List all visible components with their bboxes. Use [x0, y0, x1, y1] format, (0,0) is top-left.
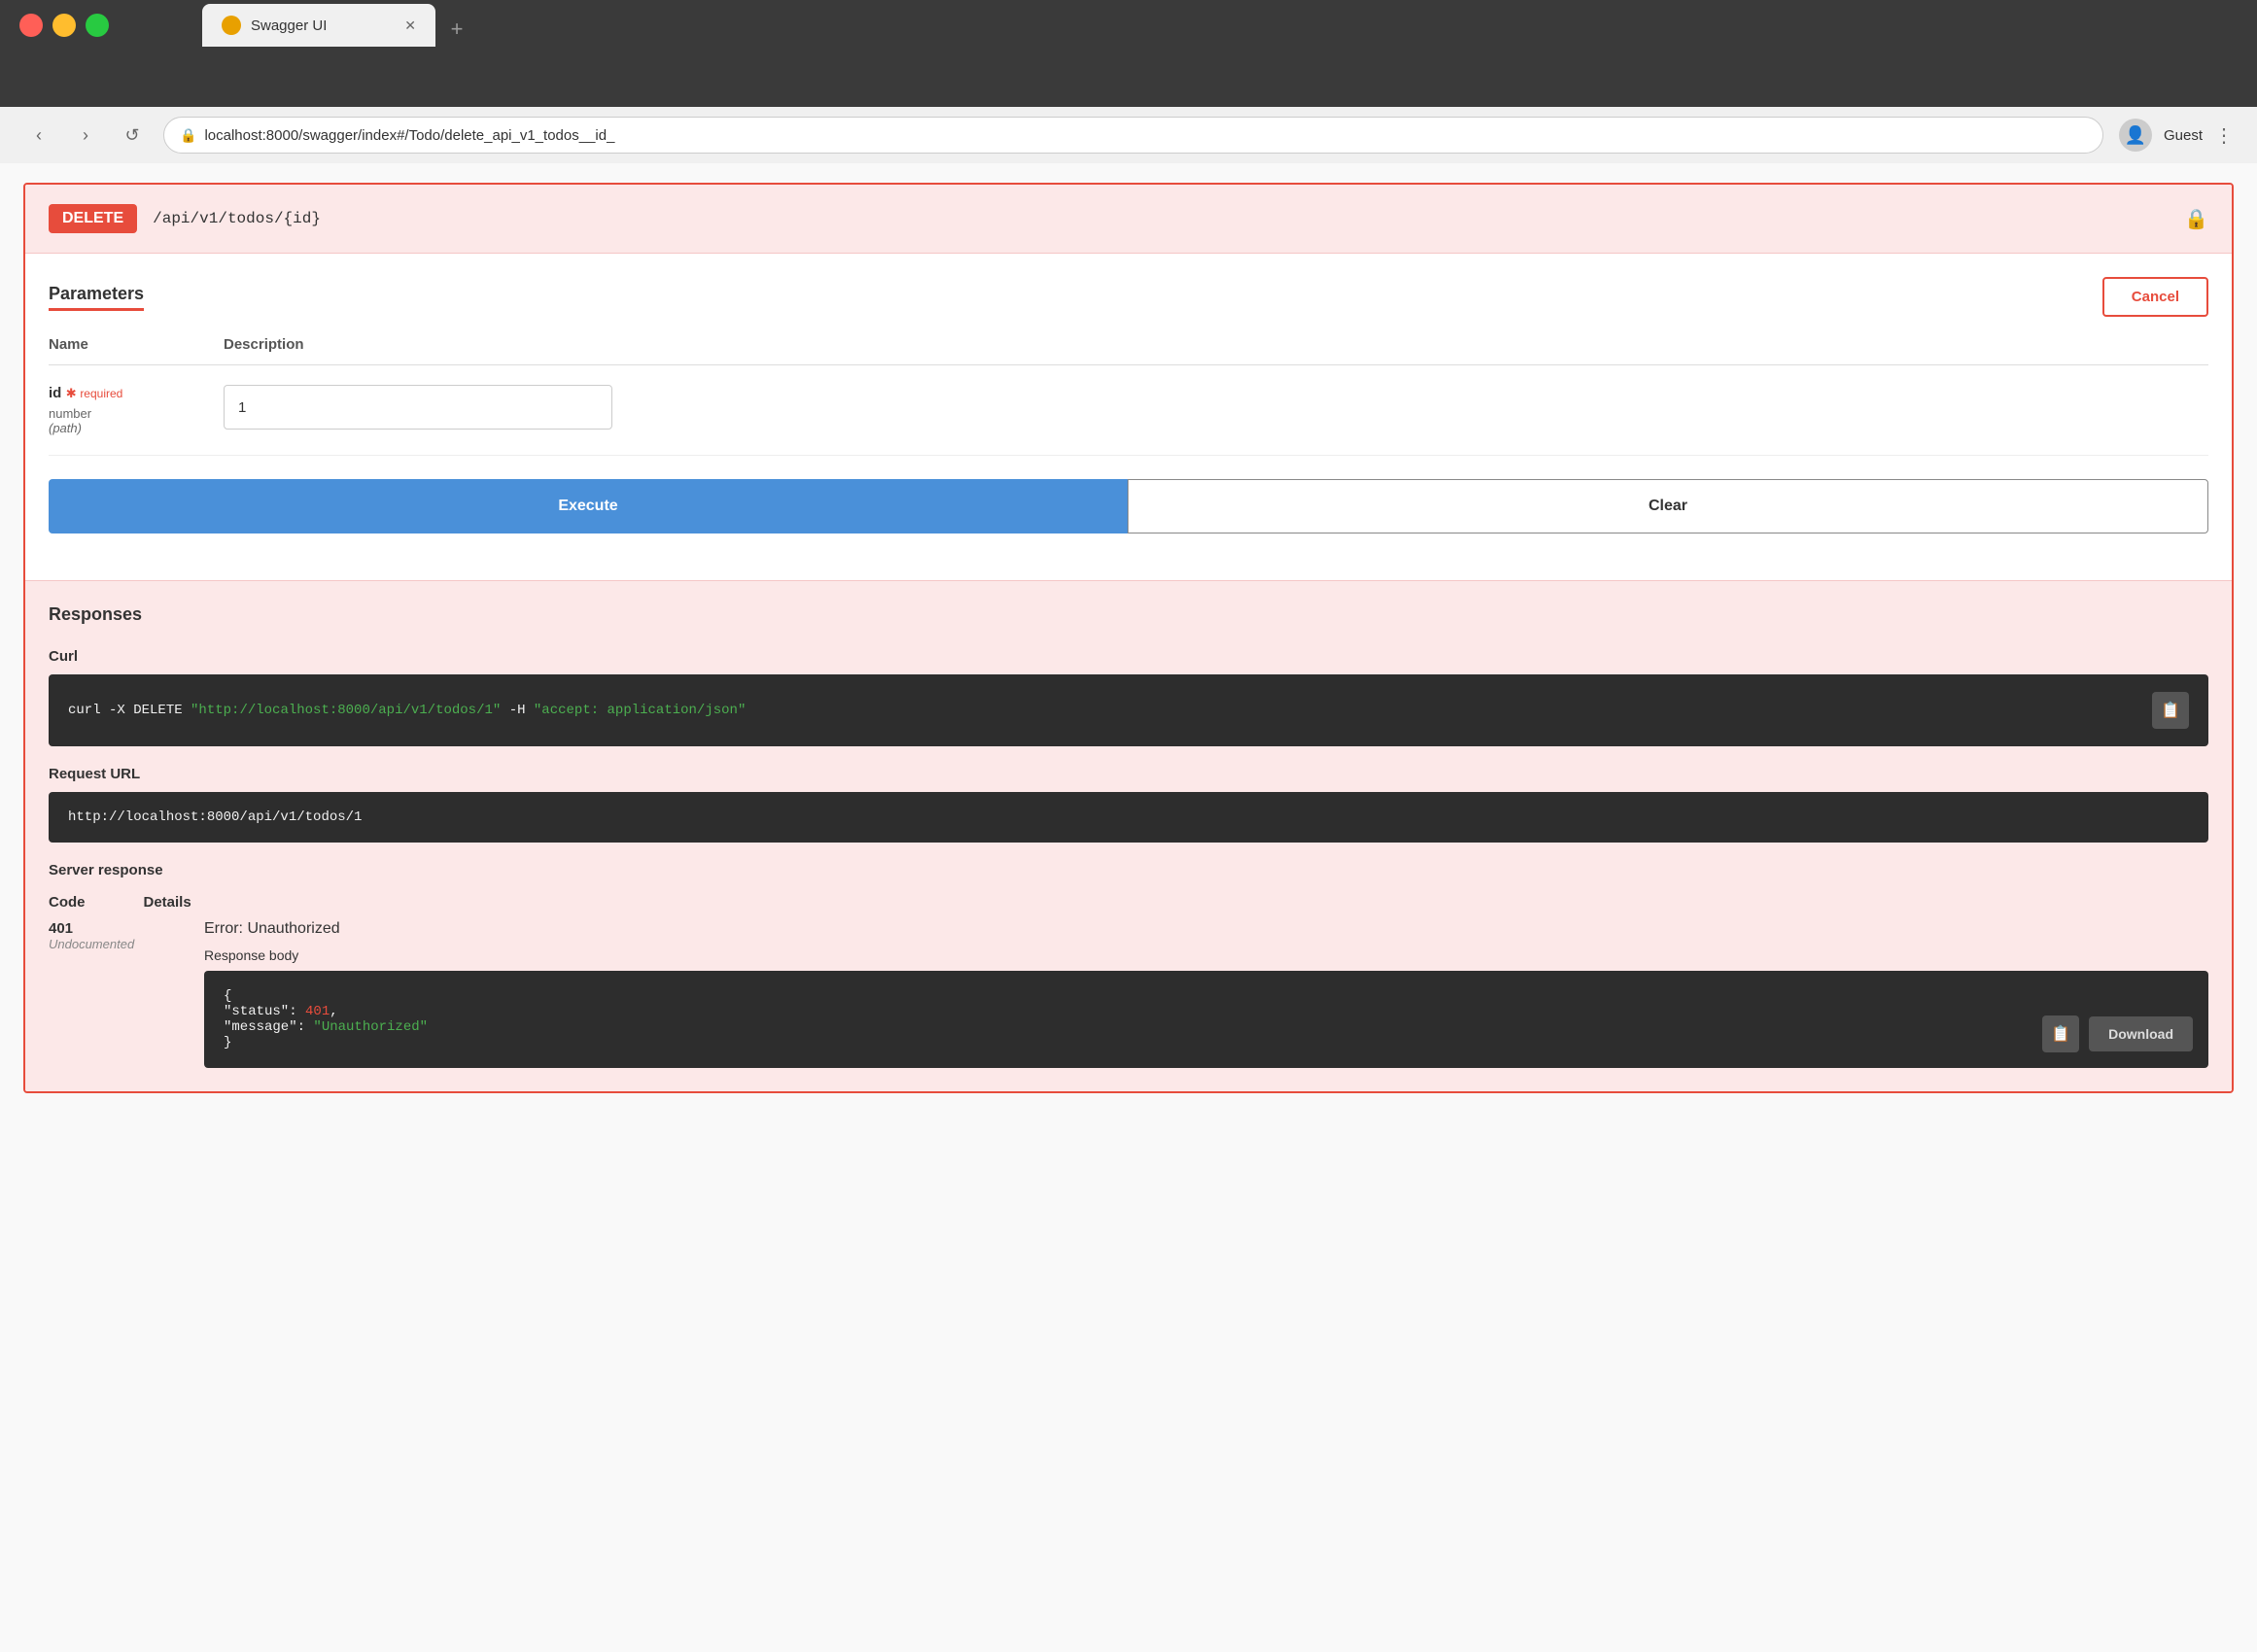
param-type: number [49, 406, 224, 421]
minimize-button[interactable] [52, 14, 76, 37]
clear-button[interactable]: Clear [1128, 479, 2208, 533]
refresh-icon: ↺ [124, 125, 139, 146]
response-body-actions: 📋 Download [2042, 1015, 2193, 1052]
curl-code: curl -X DELETE "http://localhost:8000/ap… [68, 703, 2140, 718]
main-content: DELETE /api/v1/todos/{id} 🔒 Parameters C… [0, 163, 2257, 1652]
method-badge: DELETE [49, 204, 137, 233]
browser-menu-button[interactable]: ⋮ [2214, 123, 2234, 148]
curl-command-text: curl -X DELETE [68, 703, 191, 718]
avatar-icon: 👤 [2125, 125, 2146, 146]
guest-label: Guest [2164, 127, 2203, 144]
json-status-key: "status": [224, 1004, 305, 1019]
endpoint-path: /api/v1/todos/{id} [153, 210, 321, 227]
curl-url-text: "http://localhost:8000/api/v1/todos/1" [191, 703, 501, 718]
parameters-title: Parameters [49, 284, 144, 311]
title-bar: Swagger UI ✕ + [0, 0, 2257, 51]
copy-icon: 📋 [2051, 1024, 2070, 1044]
lock-icon: 🔒 [180, 127, 196, 144]
code-col-header: Code [49, 894, 86, 911]
copy-icon: 📋 [2161, 701, 2180, 720]
json-status-value: 401 [305, 1004, 330, 1019]
response-code: 401 [49, 920, 204, 937]
panel-header: DELETE /api/v1/todos/{id} 🔒 [25, 185, 2232, 254]
maximize-button[interactable] [86, 14, 109, 37]
params-table: Name Description id ✱ required number [49, 336, 2208, 456]
nav-bar: ‹ › ↺ 🔒 localhost:8000/swagger/index#/To… [0, 107, 2257, 163]
param-id-input[interactable] [224, 385, 612, 430]
tab-favicon [222, 16, 241, 35]
params-header: Parameters Cancel [49, 277, 2208, 317]
refresh-button[interactable]: ↺ [117, 120, 148, 151]
browser-chrome: Swagger UI ✕ + [0, 0, 2257, 107]
table-row: id ✱ required number (path) [49, 365, 2208, 456]
avatar[interactable]: 👤 [2119, 119, 2152, 152]
param-name-cell: id ✱ required number (path) [49, 365, 224, 456]
server-response-label: Server response [49, 862, 2208, 878]
address-bar[interactable]: 🔒 localhost:8000/swagger/index#/Todo/del… [163, 117, 2103, 154]
response-body-label: Response body [204, 947, 2208, 963]
required-label: required [80, 387, 122, 400]
description-column-header: Description [224, 336, 2208, 365]
back-button[interactable]: ‹ [23, 120, 54, 151]
json-message-value: "Unauthorized" [313, 1019, 428, 1035]
back-icon: ‹ [36, 125, 42, 146]
response-row: 401 Undocumented Error: Unauthorized Res… [49, 920, 2208, 1068]
nav-right: 👤 Guest ⋮ [2119, 119, 2234, 152]
required-star: ✱ [66, 386, 81, 400]
json-content: { "status": 401, "message": "Unauthorize… [224, 988, 2189, 1050]
responses-section: Responses Curl curl -X DELETE "http://lo… [25, 581, 2232, 1091]
new-tab-button[interactable]: + [439, 12, 474, 47]
response-body-block: { "status": 401, "message": "Unauthorize… [204, 971, 2208, 1068]
forward-button[interactable]: › [70, 120, 101, 151]
response-copy-button[interactable]: 📋 [2042, 1015, 2079, 1052]
param-description-cell [224, 365, 2208, 456]
curl-block: curl -X DELETE "http://localhost:8000/ap… [49, 674, 2208, 746]
curl-copy-button[interactable]: 📋 [2152, 692, 2189, 729]
parameters-section: Parameters Cancel Name Description id [25, 254, 2232, 581]
tab-close-icon[interactable]: ✕ [404, 17, 416, 34]
details-col-header: Details [144, 894, 191, 911]
close-button[interactable] [19, 14, 43, 37]
request-url-block: http://localhost:8000/api/v1/todos/1 [49, 792, 2208, 843]
traffic-lights [19, 14, 109, 37]
request-url-text: http://localhost:8000/api/v1/todos/1 [68, 809, 362, 825]
browser-tab[interactable]: Swagger UI ✕ [202, 4, 435, 47]
response-undocumented: Undocumented [49, 937, 204, 951]
swagger-panel: DELETE /api/v1/todos/{id} 🔒 Parameters C… [23, 183, 2234, 1093]
responses-title: Responses [49, 604, 2208, 625]
address-text: localhost:8000/swagger/index#/Todo/delet… [204, 127, 614, 144]
forward-icon: › [83, 125, 88, 146]
curl-label: Curl [49, 648, 2208, 665]
error-title: Error: Unauthorized [204, 920, 2208, 938]
response-table-header: Code Details [49, 894, 2208, 911]
curl-flag-text: -H [501, 703, 534, 718]
curl-header-text: "accept: application/json" [534, 703, 746, 718]
action-row: Execute Clear [49, 479, 2208, 533]
json-close-brace: } [224, 1035, 231, 1050]
tabs-bar: Swagger UI ✕ + [124, 4, 552, 47]
request-url-label: Request URL [49, 766, 2208, 782]
panel-lock-icon: 🔒 [2184, 207, 2208, 231]
download-button[interactable]: Download [2089, 1016, 2193, 1051]
execute-button[interactable]: Execute [49, 479, 1128, 533]
tab-title: Swagger UI [251, 17, 395, 34]
response-code-col: 401 Undocumented [49, 920, 204, 951]
json-open-brace: { [224, 988, 231, 1004]
cancel-button[interactable]: Cancel [2102, 277, 2208, 317]
param-location: (path) [49, 421, 224, 435]
param-name: id [49, 385, 61, 401]
json-message-key: "message": [224, 1019, 313, 1035]
response-details-col: Error: Unauthorized Response body { "sta… [204, 920, 2208, 1068]
name-column-header: Name [49, 336, 224, 365]
